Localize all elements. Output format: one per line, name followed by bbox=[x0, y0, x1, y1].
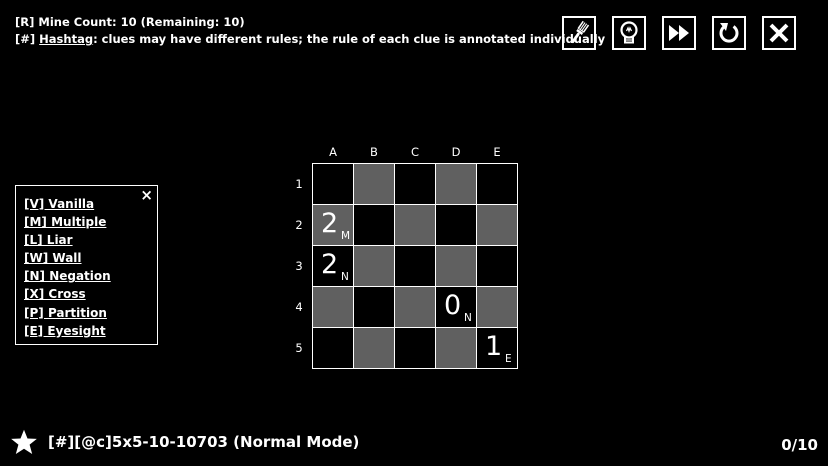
hint-bulb-icon bbox=[620, 21, 638, 44]
rule-tag: [#] bbox=[15, 32, 36, 46]
cell-c4[interactable] bbox=[395, 287, 435, 327]
row-label-2: 2 bbox=[295, 218, 303, 232]
rule-description-line: [#] Hashtag: clues may have different ru… bbox=[15, 32, 605, 46]
legend-item-vanilla[interactable]: [V] Vanilla bbox=[24, 195, 157, 213]
mine-count-text: Mine Count: 10 (Remaining: 10) bbox=[34, 15, 245, 29]
puzzle-title: [#][@c]5x5-10-10703 (Normal Mode) bbox=[48, 433, 360, 451]
cell-a1[interactable] bbox=[313, 164, 353, 204]
cell-b5[interactable] bbox=[354, 328, 394, 368]
game-board: A B C D E 1 2 3 4 5 2 M 2 N 0 N 1 E bbox=[295, 145, 518, 369]
clue-value: 1 bbox=[485, 331, 503, 362]
clue-rule: N bbox=[464, 312, 472, 324]
cell-e4[interactable] bbox=[477, 287, 517, 327]
legend-item-cross[interactable]: [X] Cross bbox=[24, 285, 157, 303]
cell-a5[interactable] bbox=[313, 328, 353, 368]
cell-a3[interactable]: 2 N bbox=[313, 246, 353, 286]
cell-a4[interactable] bbox=[313, 287, 353, 327]
cell-a2[interactable]: 2 M bbox=[313, 205, 353, 245]
legend-item-wall[interactable]: [W] Wall bbox=[24, 249, 157, 267]
rule-description: : clues may have different rules; the ru… bbox=[93, 32, 606, 46]
row-label-4: 4 bbox=[295, 300, 303, 314]
cell-e3[interactable] bbox=[477, 246, 517, 286]
column-label-d: D bbox=[451, 145, 461, 159]
footer: [#][@c]5x5-10-10703 (Normal Mode) bbox=[10, 428, 359, 456]
cell-c5[interactable] bbox=[395, 328, 435, 368]
cell-b2[interactable] bbox=[354, 205, 394, 245]
fast-forward-icon bbox=[669, 25, 689, 41]
skip-button[interactable] bbox=[662, 16, 696, 50]
column-label-e: E bbox=[493, 145, 501, 159]
cell-e2[interactable] bbox=[477, 205, 517, 245]
row-label-1: 1 bbox=[295, 177, 303, 191]
restart-icon bbox=[719, 23, 739, 43]
toolbar bbox=[562, 16, 796, 50]
rule-legend-panel: × [V] Vanilla [M] Multiple [L] Liar [W] … bbox=[15, 185, 158, 345]
cell-d2[interactable] bbox=[436, 205, 476, 245]
brush-icon bbox=[571, 20, 590, 44]
legend-item-liar[interactable]: [L] Liar bbox=[24, 231, 157, 249]
legend-item-partition[interactable]: [P] Partition bbox=[24, 304, 157, 322]
exit-button[interactable] bbox=[762, 16, 796, 50]
column-label-b: B bbox=[370, 145, 378, 159]
cell-e1[interactable] bbox=[477, 164, 517, 204]
cell-d3[interactable] bbox=[436, 246, 476, 286]
row-label-5: 5 bbox=[295, 341, 303, 355]
clue-value: 2 bbox=[321, 208, 339, 239]
row-label-3: 3 bbox=[295, 259, 303, 273]
legend-item-eyesight[interactable]: [E] Eyesight bbox=[24, 322, 157, 340]
cell-b4[interactable] bbox=[354, 287, 394, 327]
rule-name-link[interactable]: Hashtag bbox=[39, 32, 93, 46]
brush-button[interactable] bbox=[562, 16, 596, 50]
column-label-a: A bbox=[329, 145, 337, 159]
cell-c1[interactable] bbox=[395, 164, 435, 204]
clue-rule: M bbox=[341, 230, 351, 242]
clue-rule: N bbox=[341, 271, 349, 283]
star-icon[interactable] bbox=[10, 428, 38, 456]
cell-c3[interactable] bbox=[395, 246, 435, 286]
clue-value: 2 bbox=[321, 249, 339, 280]
cell-b3[interactable] bbox=[354, 246, 394, 286]
hint-button[interactable] bbox=[612, 16, 646, 50]
cell-d5[interactable] bbox=[436, 328, 476, 368]
clue-value: 0 bbox=[444, 290, 462, 321]
mine-count-tag: [R] bbox=[15, 15, 35, 29]
progress-counter: 0/10 bbox=[781, 436, 818, 454]
close-icon bbox=[769, 23, 789, 43]
cell-b1[interactable] bbox=[354, 164, 394, 204]
cell-e5[interactable]: 1 E bbox=[477, 328, 517, 368]
column-label-c: C bbox=[410, 145, 420, 159]
cell-d4[interactable]: 0 N bbox=[436, 287, 476, 327]
board-grid: 2 M 2 N 0 N 1 E bbox=[312, 163, 518, 369]
legend-close-button[interactable]: × bbox=[140, 186, 153, 204]
clue-rule: E bbox=[505, 353, 512, 365]
legend-item-negation[interactable]: [N] Negation bbox=[24, 267, 157, 285]
restart-button[interactable] bbox=[712, 16, 746, 50]
cell-d1[interactable] bbox=[436, 164, 476, 204]
mine-count-line: [R] Mine Count: 10 (Remaining: 10) bbox=[15, 15, 245, 29]
cell-c2[interactable] bbox=[395, 205, 435, 245]
legend-item-multiple[interactable]: [M] Multiple bbox=[24, 213, 157, 231]
